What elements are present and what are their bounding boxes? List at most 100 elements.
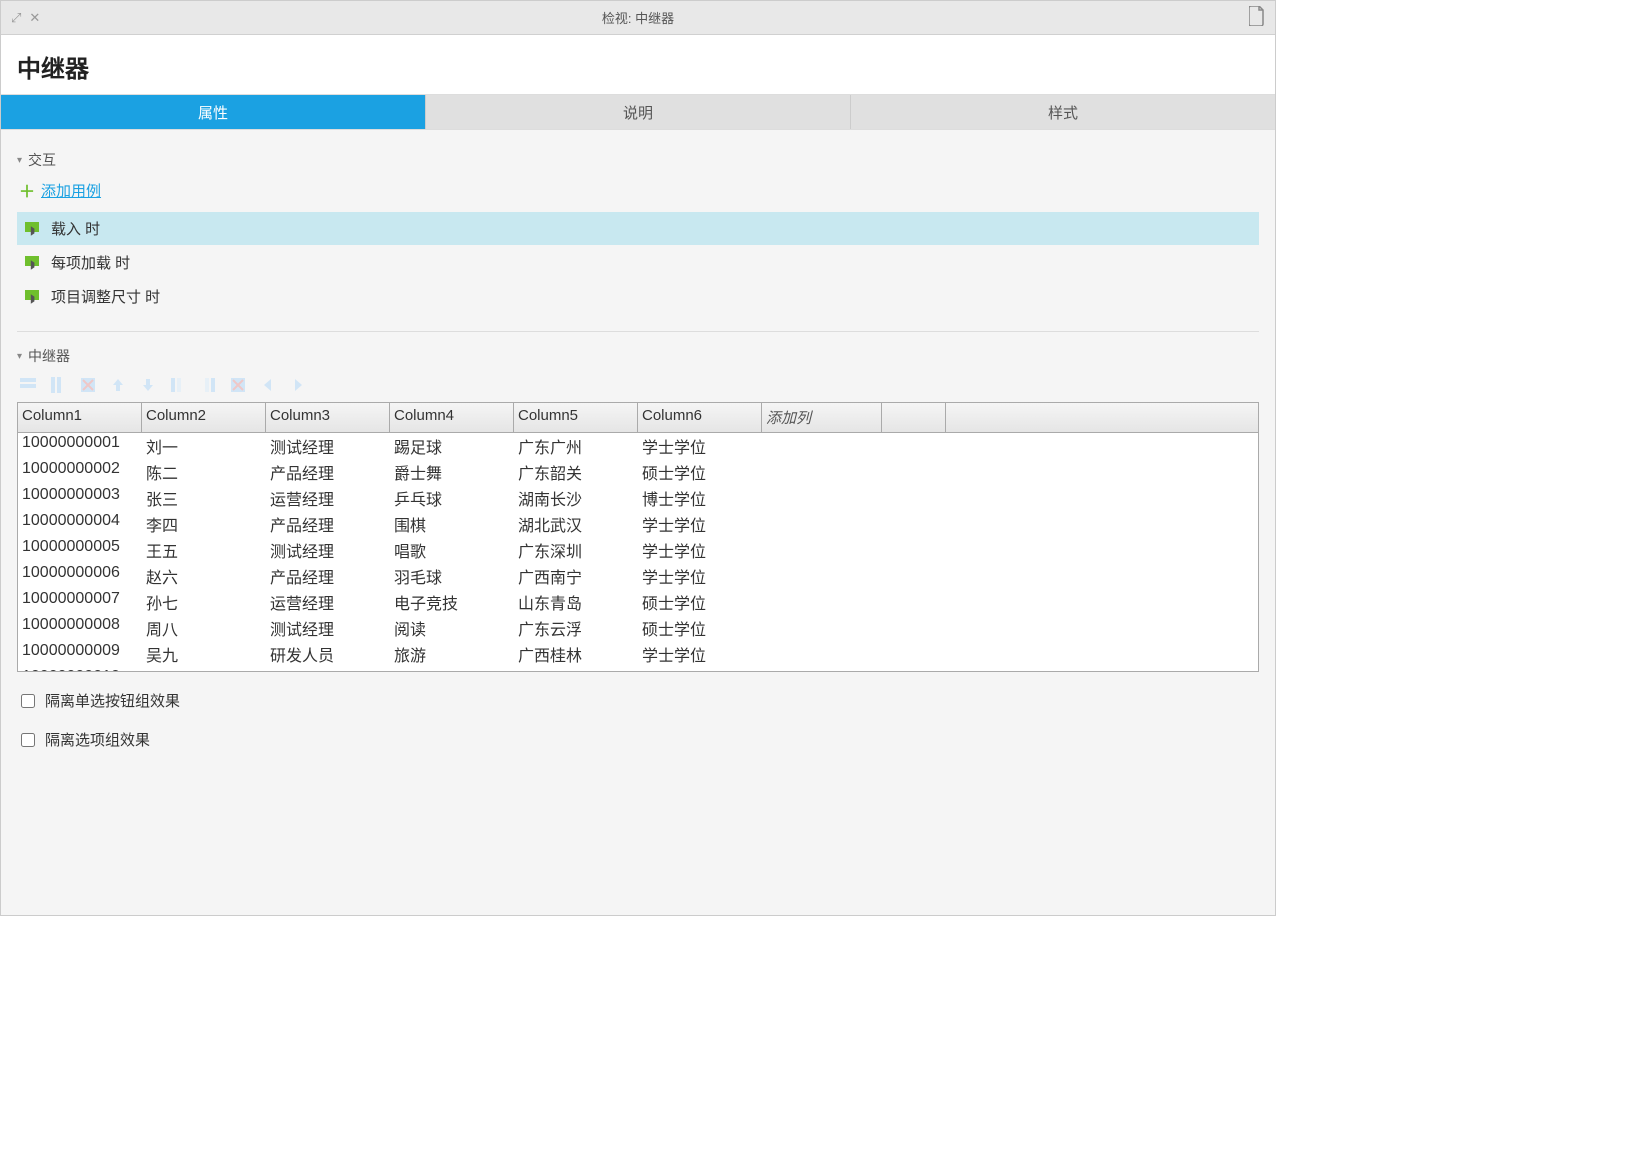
add-case-link[interactable]: ＋ 添加用例 <box>19 178 1259 202</box>
checkbox-isolate-selection[interactable] <box>21 733 35 747</box>
table-cell[interactable]: 围棋 <box>390 511 514 537</box>
table-cell[interactable]: 产品经理 <box>266 459 390 485</box>
table-cell[interactable]: 学士学位 <box>638 433 762 459</box>
table-cell[interactable]: 研发人员 <box>266 641 390 667</box>
table-cell[interactable]: 测试经理 <box>266 433 390 459</box>
table-cell[interactable]: 10000000003 <box>18 485 142 511</box>
col-left-icon[interactable] <box>169 376 187 394</box>
table-cell[interactable]: 张三 <box>142 485 266 511</box>
table-cell[interactable]: 硕士学位 <box>638 459 762 485</box>
table-cell[interactable]: 陈二 <box>142 459 266 485</box>
table-cell[interactable]: 刘一 <box>142 433 266 459</box>
column-header[interactable]: Column3 <box>266 403 390 432</box>
table-cell[interactable]: 10000000006 <box>18 563 142 589</box>
table-cell[interactable]: 爵士舞 <box>390 459 514 485</box>
grid-body[interactable]: 10000000001刘一测试经理踢足球广东广州学士学位10000000002陈… <box>18 433 1258 671</box>
table-cell[interactable]: 10000000007 <box>18 589 142 615</box>
close-icon[interactable]: ✕ <box>29 10 40 26</box>
table-cell[interactable]: 王五 <box>142 537 266 563</box>
table-cell[interactable]: 吃饭 <box>390 667 514 671</box>
expand-icon[interactable]: ⤢ <box>11 10 21 26</box>
table-cell[interactable]: 广东广州 <box>514 667 638 671</box>
table-cell[interactable]: 广西桂林 <box>514 641 638 667</box>
table-cell[interactable]: 广西南宁 <box>514 563 638 589</box>
table-cell[interactable]: 踢足球 <box>390 433 514 459</box>
arrow-left-icon[interactable] <box>259 376 277 394</box>
table-cell[interactable]: 硕士学位 <box>638 615 762 641</box>
table-cell[interactable]: 产品经理 <box>266 511 390 537</box>
add-col-icon[interactable] <box>49 376 67 394</box>
table-cell[interactable]: 10000000009 <box>18 641 142 667</box>
add-row-icon[interactable] <box>19 376 37 394</box>
column-header[interactable]: Column2 <box>142 403 266 432</box>
table-row[interactable]: 10000000007孙七运营经理电子竞技山东青岛硕士学位 <box>18 589 1258 615</box>
table-cell[interactable]: 广东深圳 <box>514 537 638 563</box>
table-cell[interactable]: 李四 <box>142 511 266 537</box>
table-cell[interactable]: 孙七 <box>142 589 266 615</box>
table-cell[interactable]: 10000000001 <box>18 433 142 459</box>
table-cell[interactable]: 测试经理 <box>266 537 390 563</box>
table-cell[interactable]: 运营经理 <box>266 589 390 615</box>
table-cell[interactable]: 广东云浮 <box>514 615 638 641</box>
column-header[interactable]: Column5 <box>514 403 638 432</box>
table-cell[interactable]: 郑十 <box>142 667 266 671</box>
tab-style[interactable]: 样式 <box>851 95 1275 129</box>
table-cell[interactable]: 学士学位 <box>638 563 762 589</box>
table-cell[interactable]: 电子竞技 <box>390 589 514 615</box>
table-row[interactable]: 10000000004李四产品经理围棋湖北武汉学士学位 <box>18 511 1258 537</box>
table-row[interactable]: 10000000008周八测试经理阅读广东云浮硕士学位 <box>18 615 1258 641</box>
checkbox-row-isolate-radio[interactable]: 隔离单选按钮组效果 <box>21 690 1259 711</box>
arrow-right-icon[interactable] <box>289 376 307 394</box>
table-cell[interactable]: 周八 <box>142 615 266 641</box>
move-down-icon[interactable] <box>139 376 157 394</box>
table-cell[interactable]: 运营经理 <box>266 485 390 511</box>
table-cell[interactable]: 广东广州 <box>514 433 638 459</box>
table-cell[interactable]: 唱歌 <box>390 537 514 563</box>
table-cell[interactable]: 10000000008 <box>18 615 142 641</box>
table-cell[interactable]: 广东韶关 <box>514 459 638 485</box>
column-header[interactable]: Column4 <box>390 403 514 432</box>
table-cell[interactable]: 山东青岛 <box>514 589 638 615</box>
table-cell[interactable]: 10000000004 <box>18 511 142 537</box>
event-onitemload[interactable]: 每项加载 时 <box>17 246 1259 279</box>
table-cell[interactable]: 硕士学位 <box>638 589 762 615</box>
table-cell[interactable]: 吴九 <box>142 641 266 667</box>
table-cell[interactable]: 湖北武汉 <box>514 511 638 537</box>
table-cell[interactable]: 学士学位 <box>638 511 762 537</box>
table-row[interactable]: 10000000005王五测试经理唱歌广东深圳学士学位 <box>18 537 1258 563</box>
add-column-header[interactable]: 添加列 <box>762 403 882 432</box>
table-cell[interactable]: 10000000010 <box>18 667 142 671</box>
table-cell[interactable]: 旅游 <box>390 641 514 667</box>
checkbox-isolate-radio[interactable] <box>21 694 35 708</box>
col-right-icon[interactable] <box>199 376 217 394</box>
table-cell[interactable]: 湖南长沙 <box>514 485 638 511</box>
table-row[interactable]: 10000000002陈二产品经理爵士舞广东韶关硕士学位 <box>18 459 1258 485</box>
delete-icon[interactable] <box>79 376 97 394</box>
table-cell[interactable]: 乒乓球 <box>390 485 514 511</box>
table-cell[interactable]: 羽毛球 <box>390 563 514 589</box>
table-row[interactable]: 10000000009吴九研发人员旅游广西桂林学士学位 <box>18 641 1258 667</box>
table-cell[interactable]: 10000000002 <box>18 459 142 485</box>
event-onitemresize[interactable]: 项目调整尺寸 时 <box>17 280 1259 313</box>
table-cell[interactable]: 10000000005 <box>18 537 142 563</box>
column-header[interactable]: Column1 <box>18 403 142 432</box>
move-up-icon[interactable] <box>109 376 127 394</box>
table-cell[interactable]: 研发人员 <box>266 667 390 671</box>
table-row[interactable]: 10000000001刘一测试经理踢足球广东广州学士学位 <box>18 433 1258 459</box>
event-onload[interactable]: 载入 时 <box>17 212 1259 245</box>
table-cell[interactable]: 阅读 <box>390 615 514 641</box>
table-row[interactable]: 10000000003张三运营经理乒乓球湖南长沙博士学位 <box>18 485 1258 511</box>
table-cell[interactable]: 赵六 <box>142 563 266 589</box>
tab-notes[interactable]: 说明 <box>426 95 851 129</box>
column-header[interactable]: Column6 <box>638 403 762 432</box>
tab-properties[interactable]: 属性 <box>1 95 426 129</box>
table-cell[interactable]: 硕士学位 <box>638 667 762 671</box>
section-header-interaction[interactable]: ▾ 交互 <box>17 150 1259 170</box>
section-header-repeater[interactable]: ▾ 中继器 <box>17 346 1259 366</box>
table-row[interactable]: 10000000010郑十研发人员吃饭广东广州硕士学位 <box>18 667 1258 671</box>
table-cell[interactable]: 测试经理 <box>266 615 390 641</box>
table-row[interactable]: 10000000006赵六产品经理羽毛球广西南宁学士学位 <box>18 563 1258 589</box>
table-cell[interactable]: 产品经理 <box>266 563 390 589</box>
table-cell[interactable]: 博士学位 <box>638 485 762 511</box>
table-cell[interactable]: 学士学位 <box>638 641 762 667</box>
